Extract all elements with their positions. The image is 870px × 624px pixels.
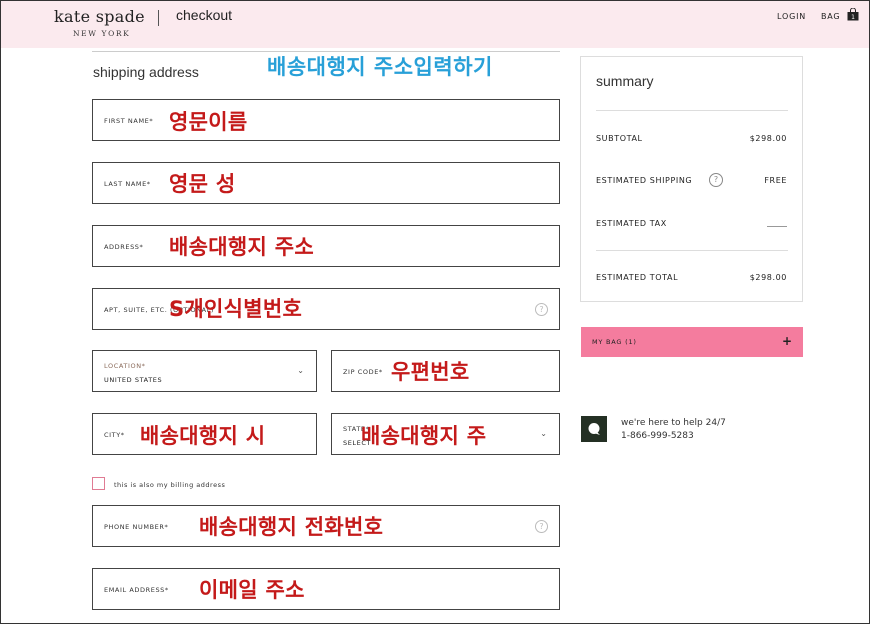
summary-divider: [596, 110, 788, 111]
chevron-down-icon: ⌄: [540, 429, 547, 438]
billing-address-checkbox-label: this is also my billing address: [114, 481, 226, 489]
help-icon[interactable]: ?: [709, 173, 723, 187]
estimated-shipping-label: ESTIMATED SHIPPING: [596, 176, 693, 185]
header-divider: [158, 10, 159, 26]
subtotal-label: SUBTOTAL: [596, 134, 643, 143]
billing-address-checkbox[interactable]: [92, 477, 105, 490]
last-name-field[interactable]: LAST NAME* 영문 성: [92, 162, 560, 204]
first-name-annotation: 영문이름: [169, 110, 248, 134]
location-label: LOCATION*: [104, 362, 146, 370]
plus-icon: +: [781, 334, 792, 348]
city-field[interactable]: CITY* 배송대행지 시: [92, 413, 317, 455]
summary-title: summary: [596, 73, 654, 89]
state-select[interactable]: STATE* SELECT 배송대행지 주 ⌄: [331, 413, 560, 455]
brand-subtitle: NEW YORK: [73, 29, 131, 38]
subtotal-value: $298.00: [749, 134, 787, 143]
city-label: CITY*: [104, 431, 125, 439]
shipping-annotation: 배송대행지 주소입력하기: [267, 55, 493, 79]
zip-code-field[interactable]: ZIP CODE* 우편번호: [331, 350, 560, 392]
last-name-label: LAST NAME*: [104, 180, 151, 188]
email-address-annotation: 이메일 주소: [199, 578, 305, 602]
shopping-bag-icon[interactable]: 1: [847, 8, 859, 21]
city-annotation: 배송대행지 시: [140, 424, 266, 448]
email-address-field[interactable]: EMAIL ADDRESS* 이메일 주소: [92, 568, 560, 610]
estimated-total-value: $298.00: [749, 273, 787, 282]
phone-number-annotation: 배송대행지 전화번호: [199, 515, 384, 539]
address-annotation: 배송대행지 주소: [169, 235, 314, 259]
address-label: ADDRESS*: [104, 243, 144, 251]
help-phone-number[interactable]: 1-866-999-5283: [621, 430, 726, 443]
brand-logo[interactable]: kate spade: [54, 7, 145, 26]
estimated-shipping-value: FREE: [764, 176, 787, 185]
page-title: checkout: [176, 7, 233, 23]
bag-link[interactable]: BAG: [821, 12, 840, 21]
first-name-label: FIRST NAME*: [104, 117, 154, 125]
first-name-field[interactable]: FIRST NAME* 영문이름: [92, 99, 560, 141]
my-bag-toggle[interactable]: MY BAG (1) +: [581, 327, 803, 357]
help-text-line: we're here to help 24/7: [621, 418, 726, 428]
order-summary-panel: summary SUBTOTAL $298.00 ESTIMATED SHIPP…: [580, 56, 803, 302]
apt-suite-field[interactable]: APT, SUITE, ETC. (OPTIONAL) S개인식별번호 ?: [92, 288, 560, 330]
chat-button[interactable]: [581, 416, 607, 442]
shipping-section-title: shipping address: [93, 64, 199, 80]
site-header: kate spade NEW YORK checkout LOGIN BAG 1: [1, 1, 869, 48]
summary-divider: [596, 250, 788, 251]
chat-icon: [588, 423, 600, 435]
estimated-tax-label: ESTIMATED TAX: [596, 219, 667, 228]
help-contact: we're here to help 24/7 1-866-999-5283: [621, 417, 726, 443]
apt-suite-annotation: S개인식별번호: [169, 297, 303, 321]
phone-number-label: PHONE NUMBER*: [104, 523, 169, 531]
help-icon[interactable]: ?: [535, 520, 548, 533]
estimated-tax-value: [767, 226, 787, 227]
state-annotation: 배송대행지 주: [361, 424, 487, 448]
email-address-label: EMAIL ADDRESS*: [104, 586, 169, 594]
chevron-down-icon: ⌄: [297, 366, 304, 375]
location-value: UNITED STATES: [104, 376, 163, 384]
help-icon[interactable]: ?: [535, 303, 548, 316]
estimated-total-label: ESTIMATED TOTAL: [596, 273, 679, 282]
phone-number-field[interactable]: PHONE NUMBER* 배송대행지 전화번호 ?: [92, 505, 560, 547]
location-select[interactable]: LOCATION* UNITED STATES ⌄: [92, 350, 317, 392]
zip-code-label: ZIP CODE*: [343, 368, 383, 376]
login-link[interactable]: LOGIN: [777, 12, 806, 21]
zip-code-annotation: 우편번호: [391, 360, 470, 384]
last-name-annotation: 영문 성: [169, 172, 236, 196]
address-field[interactable]: ADDRESS* 배송대행지 주소: [92, 225, 560, 267]
my-bag-label: MY BAG (1): [592, 338, 637, 346]
bag-count: 1: [851, 14, 855, 21]
